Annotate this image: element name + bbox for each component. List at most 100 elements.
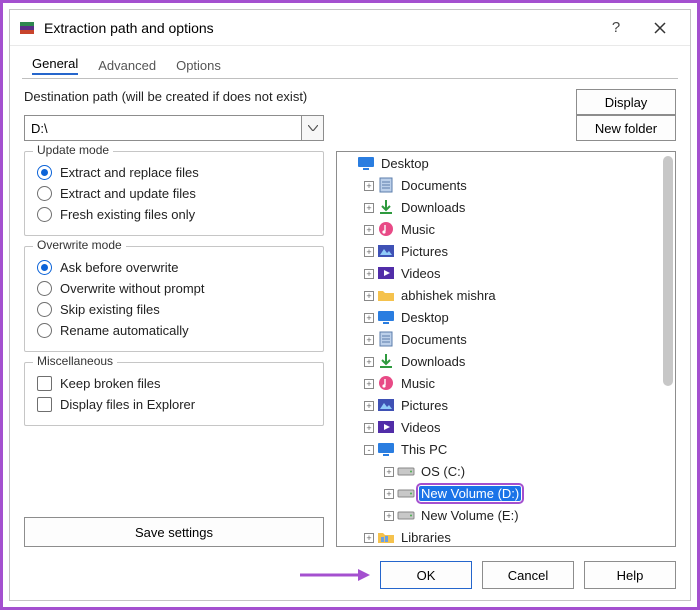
- expand-icon[interactable]: +: [363, 266, 375, 280]
- videos-icon: [377, 419, 395, 435]
- overwrite-mode-legend: Overwrite mode: [33, 238, 126, 252]
- expand-icon[interactable]: +: [363, 222, 375, 236]
- display-button[interactable]: Display: [576, 89, 676, 115]
- tree-node[interactable]: + New Volume (E:): [337, 504, 657, 526]
- tab-options[interactable]: Options: [166, 54, 231, 77]
- expand-icon[interactable]: +: [383, 486, 395, 500]
- expand-icon[interactable]: +: [363, 376, 375, 390]
- dialog-button-row: OK Cancel Help: [10, 551, 690, 603]
- tree-node-label: Music: [399, 376, 437, 391]
- tab-general[interactable]: General: [22, 52, 88, 79]
- tree-scrollbar[interactable]: [663, 156, 673, 542]
- tree-node[interactable]: +Documents: [337, 328, 657, 350]
- tree-node-label: Videos: [399, 420, 443, 435]
- checkbox-option[interactable]: Display files in Explorer: [37, 394, 311, 415]
- drive-icon: [397, 463, 415, 479]
- radio-option[interactable]: Ask before overwrite: [37, 257, 311, 278]
- radio-icon[interactable]: [37, 302, 52, 317]
- expand-icon[interactable]: +: [363, 354, 375, 368]
- save-settings-button[interactable]: Save settings: [24, 517, 324, 547]
- cancel-button[interactable]: Cancel: [482, 561, 574, 589]
- overwrite-mode-group: Overwrite mode Ask before overwriteOverw…: [24, 246, 324, 352]
- tree-node[interactable]: +Videos: [337, 262, 657, 284]
- new-folder-button[interactable]: New folder: [576, 115, 676, 141]
- tree-node[interactable]: +Music: [337, 218, 657, 240]
- radio-icon[interactable]: [37, 260, 52, 275]
- expand-icon[interactable]: +: [363, 332, 375, 346]
- expand-icon[interactable]: +: [363, 310, 375, 324]
- tab-advanced[interactable]: Advanced: [88, 54, 166, 77]
- expand-icon[interactable]: +: [363, 244, 375, 258]
- tree-node-label: Downloads: [399, 200, 467, 215]
- option-label: Rename automatically: [60, 323, 189, 338]
- tree-node[interactable]: + Music: [337, 372, 657, 394]
- desktop-icon: [357, 155, 375, 171]
- radio-icon[interactable]: [37, 207, 52, 222]
- help-button-bottom[interactable]: Help: [584, 561, 676, 589]
- radio-icon[interactable]: [37, 281, 52, 296]
- option-label: Display files in Explorer: [60, 397, 195, 412]
- radio-icon[interactable]: [37, 186, 52, 201]
- pictures-icon: [377, 397, 395, 413]
- tree-node-label: Documents: [399, 178, 469, 193]
- destination-path-input[interactable]: [24, 115, 302, 141]
- tree-node[interactable]: + Pictures: [337, 394, 657, 416]
- tree-node-label: Pictures: [399, 398, 450, 413]
- radio-icon[interactable]: [37, 165, 52, 180]
- radio-option[interactable]: Fresh existing files only: [37, 204, 311, 225]
- tree-node-label: This PC: [399, 442, 449, 457]
- close-button[interactable]: [638, 10, 682, 46]
- expand-icon[interactable]: +: [383, 508, 395, 522]
- tree-node-label: Libraries: [399, 530, 453, 545]
- checkbox-option[interactable]: Keep broken files: [37, 373, 311, 394]
- radio-option[interactable]: Overwrite without prompt: [37, 278, 311, 299]
- tree-node-label: abhishek mishra: [399, 288, 498, 303]
- tab-bar: GeneralAdvancedOptions: [10, 46, 690, 79]
- tree-node[interactable]: +Pictures: [337, 240, 657, 262]
- tree-node[interactable]: +New Volume (D:): [337, 482, 657, 504]
- expand-icon[interactable]: +: [363, 420, 375, 434]
- checkbox-icon[interactable]: [37, 376, 52, 391]
- radio-icon[interactable]: [37, 323, 52, 338]
- tree-node-label: Desktop: [379, 156, 431, 171]
- checkbox-icon[interactable]: [37, 397, 52, 412]
- drive-icon: [397, 485, 415, 501]
- help-button[interactable]: ?: [594, 10, 638, 46]
- tree-node[interactable]: + Downloads: [337, 350, 657, 372]
- radio-option[interactable]: Rename automatically: [37, 320, 311, 341]
- scrollbar-thumb[interactable]: [663, 156, 673, 386]
- expand-icon[interactable]: +: [363, 398, 375, 412]
- destination-path-dropdown[interactable]: [302, 115, 324, 141]
- tree-node[interactable]: Desktop: [337, 152, 657, 174]
- tree-node[interactable]: + Downloads: [337, 196, 657, 218]
- option-label: Overwrite without prompt: [60, 281, 205, 296]
- tree-node[interactable]: + abhishek mishra: [337, 284, 657, 306]
- music-icon: [377, 375, 395, 391]
- tree-node[interactable]: + Videos: [337, 416, 657, 438]
- radio-option[interactable]: Extract and update files: [37, 183, 311, 204]
- tree-node-label: New Volume (E:): [419, 508, 521, 523]
- expand-icon[interactable]: +: [383, 464, 395, 478]
- collapse-icon[interactable]: -: [363, 442, 375, 456]
- tree-node[interactable]: + Documents: [337, 174, 657, 196]
- expand-icon[interactable]: +: [363, 530, 375, 544]
- titlebar: Extraction path and options ?: [10, 10, 690, 46]
- tree-node-label: Downloads: [399, 354, 467, 369]
- radio-option[interactable]: Skip existing files: [37, 299, 311, 320]
- tree-node[interactable]: +Desktop: [337, 306, 657, 328]
- tree-node[interactable]: + OS (C:): [337, 460, 657, 482]
- dialog-title: Extraction path and options: [44, 20, 594, 36]
- doc-icon: [377, 331, 395, 347]
- option-label: Skip existing files: [60, 302, 160, 317]
- doc-icon: [377, 177, 395, 193]
- expand-icon[interactable]: +: [363, 200, 375, 214]
- videos-icon: [377, 265, 395, 281]
- expand-icon[interactable]: +: [363, 178, 375, 192]
- expand-icon[interactable]: +: [363, 288, 375, 302]
- ok-button[interactable]: OK: [380, 561, 472, 589]
- tree-node[interactable]: - This PC: [337, 438, 657, 460]
- tree-node-label: OS (C:): [419, 464, 467, 479]
- option-label: Ask before overwrite: [60, 260, 179, 275]
- radio-option[interactable]: Extract and replace files: [37, 162, 311, 183]
- tree-node[interactable]: + Libraries: [337, 526, 657, 546]
